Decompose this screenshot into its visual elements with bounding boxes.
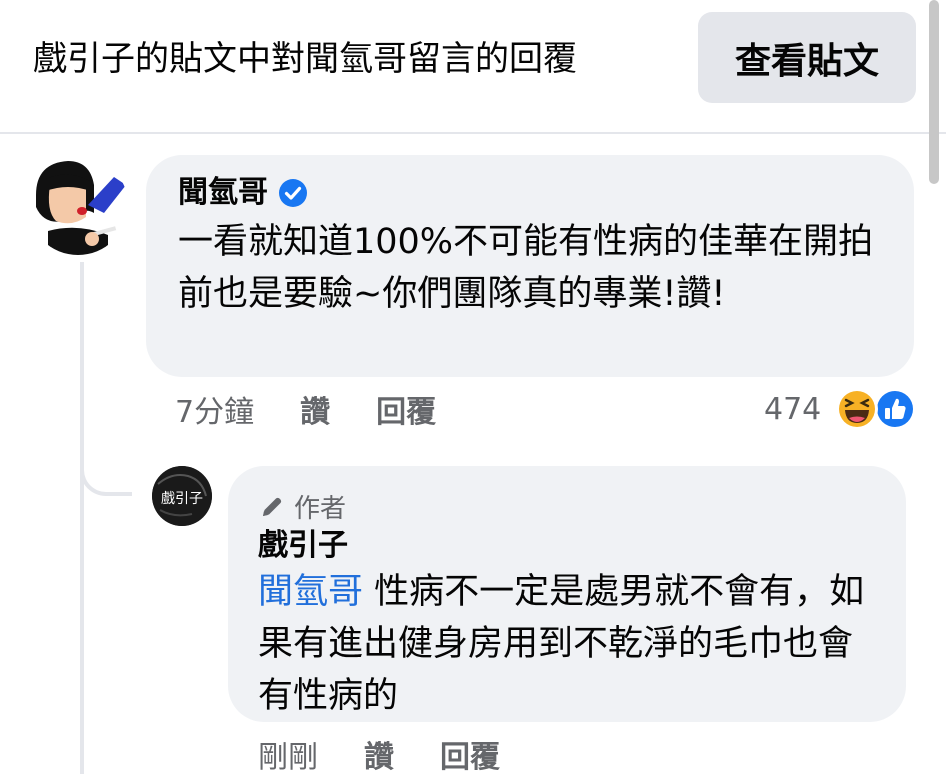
thread-line [80,262,84,774]
reply-actions: 剛剛 讚 回覆 [258,732,546,774]
reply-avatar-label: 戲引子 [161,491,203,507]
author-badge: 作者 [258,488,346,525]
reply-avatar[interactable]: 戲引子 [152,466,212,526]
author-badge-label: 作者 [294,494,347,524]
comment-timestamp[interactable]: 7分鐘 [175,387,254,431]
comment-reply-button[interactable]: 回覆 [376,387,436,431]
like-icon [874,388,916,430]
comment-author-name[interactable]: 聞氫哥 [178,173,268,213]
thread-connector [80,430,132,496]
comment-author[interactable]: 聞氫哥 [178,173,308,213]
page-header: 戲引子的貼文中對聞氫哥留言的回覆 查看貼文 [0,0,946,134]
reply-mention[interactable]: 聞氫哥 [258,572,363,612]
commenter-avatar[interactable] [28,155,128,255]
avatar-illustration-icon [28,155,128,255]
reply-timestamp[interactable]: 剛剛 [258,732,318,774]
page-logo-icon: 戲引子 [152,466,212,526]
comment-actions: 7分鐘 讚 回覆 [175,387,482,431]
page-title: 戲引子的貼文中對聞氫哥留言的回覆 [33,39,577,79]
haha-icon [836,388,878,430]
reply-text: 聞氫哥 性病不一定是處男就不會有，如果有進出健身房用到不乾淨的毛巾也會有性病的 [258,566,878,722]
view-post-button[interactable]: 查看貼文 [698,12,916,103]
reaction-icons[interactable] [833,385,919,433]
verified-badge-icon [279,179,307,207]
comment-like-button[interactable]: 讚 [300,387,330,431]
scrollbar[interactable] [929,0,939,184]
reply-author-name[interactable]: 戲引子 [258,526,348,566]
comment-text: 一看就知道100%不可能有性病的佳華在開拍前也是要驗~你們團隊真的專業!讚! [178,222,874,314]
reaction-count[interactable]: 474 [764,387,821,431]
reply-like-button[interactable]: 讚 [364,732,394,774]
reply-reply-button[interactable]: 回覆 [440,732,500,774]
pencil-icon [263,497,282,516]
